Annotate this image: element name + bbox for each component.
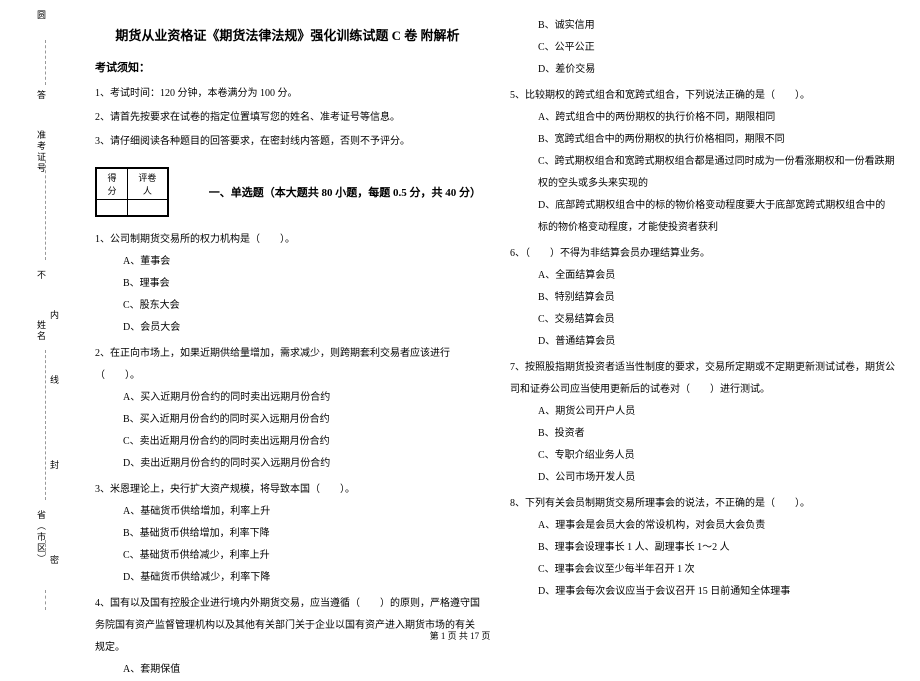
option: B、理事会设理事长 1 人、副理事长 1～2 人 — [510, 537, 895, 559]
margin-label-province: 省（市区） — [35, 510, 48, 565]
margin-label-exam-id: 准考证号 — [35, 130, 48, 174]
right-column: B、诚实信用 C、公平公正 D、差价交易 5、比较期权的跨式组合和宽跨式组合，下… — [495, 15, 910, 645]
option: B、理事会 — [95, 273, 480, 295]
question-stem: 4、国有以及国有控股企业进行境内外期货交易，应当遵循（ ）的原则，严格遵守国务院… — [95, 593, 480, 659]
option: A、买入近期月份合约的同时卖出远期月份合约 — [95, 387, 480, 409]
option: B、诚实信用 — [510, 15, 895, 37]
margin-label: 不 — [35, 270, 48, 281]
option: B、特别结算会员 — [510, 287, 895, 309]
option: A、董事会 — [95, 251, 480, 273]
question-stem: 8、下列有关会员制期货交易所理事会的说法，不正确的是（ ）。 — [510, 493, 895, 515]
margin-dash — [45, 540, 46, 555]
margin-dash — [45, 350, 46, 500]
option: D、会员大会 — [95, 317, 480, 339]
option: C、基础货币供给减少，利率上升 — [95, 545, 480, 567]
option: D、理事会每次会议应当于会议召开 15 日前通知全体理事 — [510, 581, 895, 603]
margin-dash — [45, 590, 46, 610]
question-stem: 2、在正向市场上，如果近期供给量增加，需求减少，则跨期套利交易者应该进行（ ）。 — [95, 343, 480, 387]
option: B、基础货币供给增加，利率下降 — [95, 523, 480, 545]
margin-label-name: 姓名 — [35, 320, 48, 342]
margin-dash — [45, 160, 46, 260]
exam-title: 期货从业资格证《期货法律法规》强化训练试题 C 卷 附解析 — [95, 25, 480, 44]
option: B、投资者 — [510, 423, 895, 445]
grader-cell — [127, 200, 167, 216]
notice-item: 3、请仔细阅读各种题目的回答要求，在密封线内答题，否则不予评分。 — [95, 131, 480, 153]
option: D、卖出近期月份合约的同时买入远期月份合约 — [95, 453, 480, 475]
option: D、普通结算会员 — [510, 331, 895, 353]
page-footer: 第 1 页 共 17 页 — [0, 629, 920, 642]
option: A、跨式组合中的两份期权的执行价格不同，期限相同 — [510, 107, 895, 129]
option: D、公司市场开发人员 — [510, 467, 895, 489]
option: D、底部跨式期权组合中的标的物价格变动程度要大于底部宽跨式期权组合中的标的物价格… — [510, 195, 895, 239]
seal-text: 线 — [48, 375, 61, 384]
binding-margin: 圆 答 准考证号 不 姓名 省（市区） 内 线 封 密 — [0, 0, 60, 650]
notice-item: 2、请首先按要求在试卷的指定位置填写您的姓名、准考证号等信息。 — [95, 107, 480, 129]
question-stem: 6、（ ）不得为非结算会员办理结算业务。 — [510, 243, 895, 265]
option: A、套期保值 — [95, 659, 480, 681]
option: C、公平公正 — [510, 37, 895, 59]
option: C、专职介绍业务人员 — [510, 445, 895, 467]
question-stem: 3、米恩理论上，央行扩大资产规模，将导致本国（ ）。 — [95, 479, 480, 501]
score-box: 得分 评卷人 — [95, 167, 169, 217]
notice-header: 考试须知： — [95, 59, 480, 75]
seal-text: 密 — [48, 555, 61, 564]
question-stem: 5、比较期权的跨式组合和宽跨式组合，下列说法正确的是（ ）。 — [510, 85, 895, 107]
option: C、交易结算会员 — [510, 309, 895, 331]
grader-header: 评卷人 — [127, 169, 167, 200]
option: A、基础货币供给增加，利率上升 — [95, 501, 480, 523]
score-cell — [97, 200, 128, 216]
question-stem: 7、按照股指期货投资者适当性制度的要求，交易所定期或不定期更新测试试卷，期货公司… — [510, 357, 895, 401]
option: D、差价交易 — [510, 59, 895, 81]
option: C、股东大会 — [95, 295, 480, 317]
margin-label: 圆 — [35, 10, 48, 21]
seal-text: 内 — [48, 310, 61, 319]
margin-label: 答 — [35, 90, 48, 101]
score-header: 得分 — [97, 169, 128, 200]
option: C、卖出近期月份合约的同时卖出远期月份合约 — [95, 431, 480, 453]
question-stem: 1、公司制期货交易所的权力机构是（ ）。 — [95, 229, 480, 251]
option: A、全面结算会员 — [510, 265, 895, 287]
option: A、期货公司开户人员 — [510, 401, 895, 423]
option: C、跨式期权组合和宽跨式期权组合都是通过同时成为一份看涨期权和一份看跌期权的空头… — [510, 151, 895, 195]
option: D、基础货币供给减少，利率下降 — [95, 567, 480, 589]
option: C、理事会会议至少每半年召开 1 次 — [510, 559, 895, 581]
section-title: 一、单选题（本大题共 80 小题，每题 0.5 分，共 40 分） — [209, 184, 480, 200]
left-column: 期货从业资格证《期货法律法规》强化训练试题 C 卷 附解析 考试须知： 1、考试… — [80, 15, 495, 645]
option: A、理事会是会员大会的常设机构，对会员大会负责 — [510, 515, 895, 537]
option: B、宽跨式组合中的两份期权的执行价格相同，期限不同 — [510, 129, 895, 151]
seal-text: 封 — [48, 460, 61, 469]
option: B、买入近期月份合约的同时买入远期月份合约 — [95, 409, 480, 431]
content-area: 期货从业资格证《期货法律法规》强化训练试题 C 卷 附解析 考试须知： 1、考试… — [60, 0, 920, 650]
margin-dash — [45, 40, 46, 85]
notice-item: 1、考试时间：120 分钟，本卷满分为 100 分。 — [95, 83, 480, 105]
